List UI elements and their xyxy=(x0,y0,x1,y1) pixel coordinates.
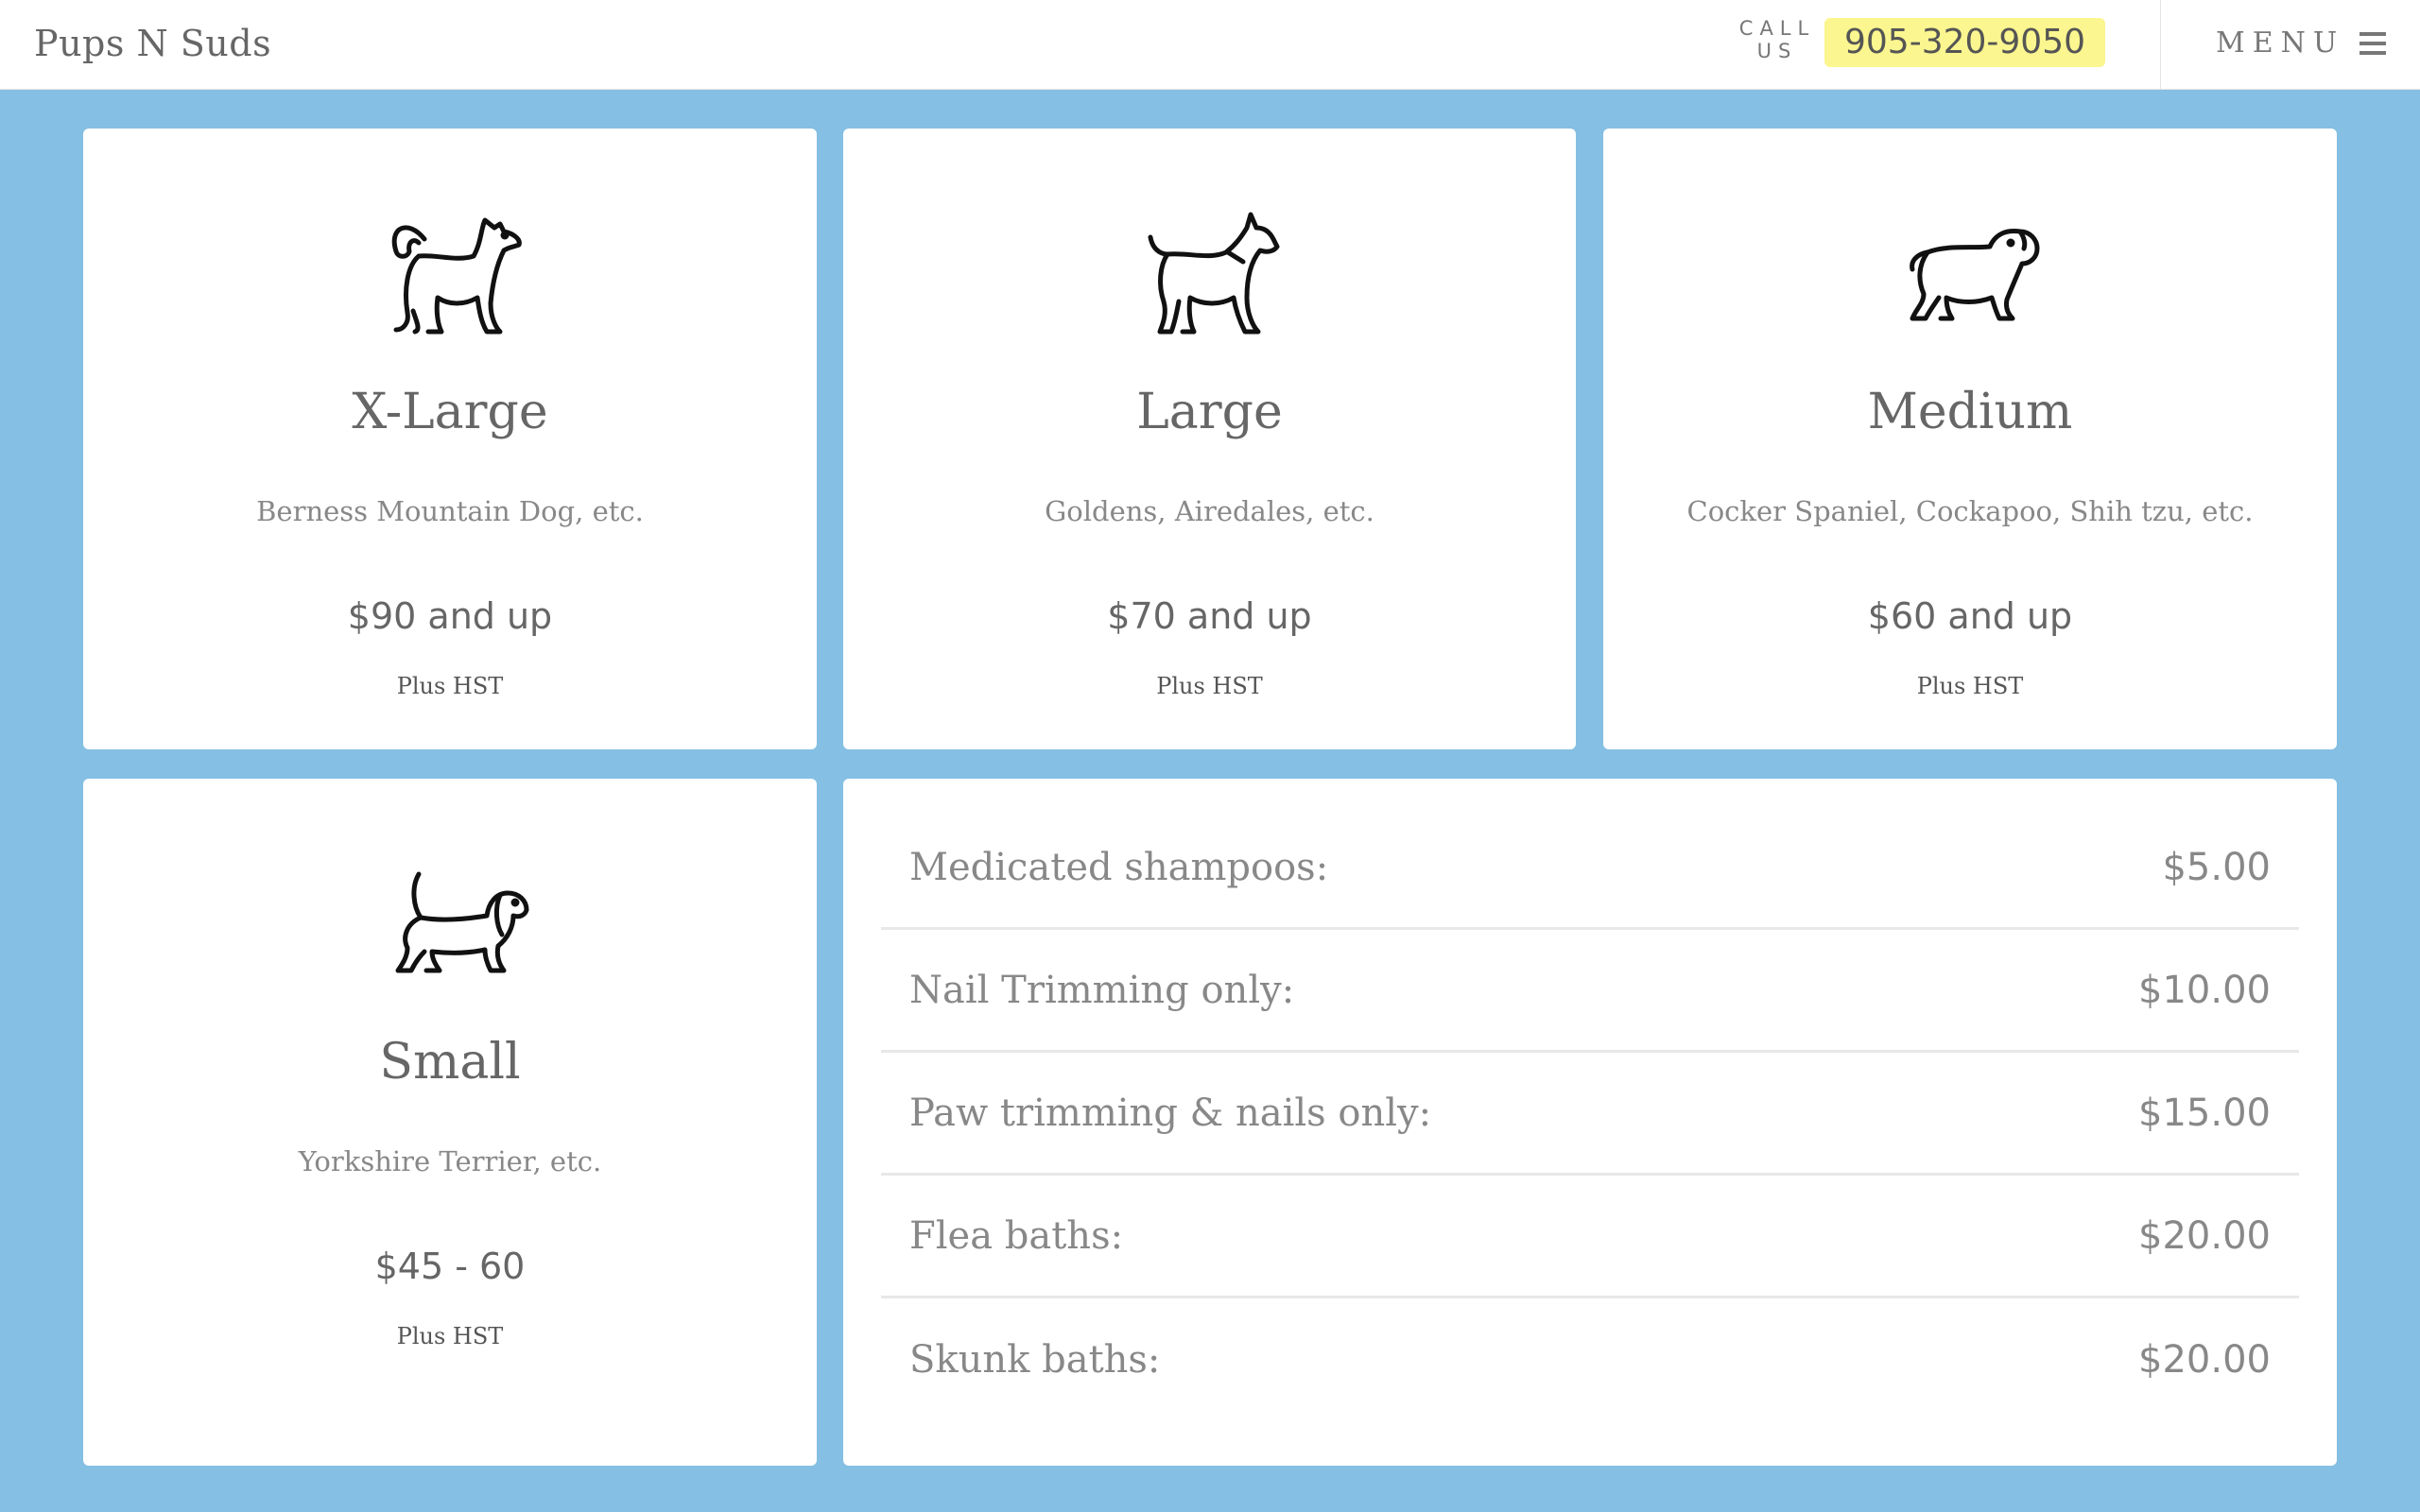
price-row: Paw trimming & nails only: $15.00 xyxy=(881,1053,2299,1176)
size-title: Medium xyxy=(1867,384,2073,440)
service-name: Skunk baths: xyxy=(909,1338,1161,1382)
size-tax-note: Plus HST xyxy=(396,673,504,699)
service-name: Paw trimming & nails only: xyxy=(909,1091,1432,1135)
size-tax-note: Plus HST xyxy=(1156,673,1263,699)
price-row: Nail Trimming only: $10.00 xyxy=(881,930,2299,1053)
size-price: $45 - 60 xyxy=(374,1246,526,1287)
service-price: $15.00 xyxy=(2138,1091,2271,1135)
size-tax-note: Plus HST xyxy=(396,1323,504,1349)
extras-price-list: Medicated shampoos: $5.00 Nail Trimming … xyxy=(881,807,2299,1421)
size-card-medium: Medium Cocker Spaniel, Cockapoo, Shih tz… xyxy=(1603,129,2337,749)
price-row: Flea baths: $20.00 xyxy=(881,1176,2299,1298)
size-breeds: Berness Mountain Dog, etc. xyxy=(256,495,644,527)
phone-number-link[interactable]: 905-320-9050 xyxy=(1824,18,2105,67)
header-divider xyxy=(2160,0,2161,90)
size-card-large: Large Goldens, Airedales, etc. $70 and u… xyxy=(843,129,1576,749)
size-price: $70 and up xyxy=(1107,595,1312,637)
size-title: X-Large xyxy=(352,384,548,440)
call-us-label: CALL US xyxy=(1738,17,1816,62)
size-tax-note: Plus HST xyxy=(1916,673,2024,699)
size-price: $60 and up xyxy=(1867,595,2073,637)
bulldog-icon xyxy=(1890,199,2050,341)
service-price: $20.00 xyxy=(2138,1213,2271,1258)
size-breeds: Cocker Spaniel, Cockapoo, Shih tzu, etc. xyxy=(1686,495,2254,527)
extras-price-card: Medicated shampoos: $5.00 Nail Trimming … xyxy=(843,779,2337,1466)
size-title: Small xyxy=(379,1034,521,1091)
terrier-dog-icon xyxy=(1130,199,1290,341)
top-header: Pups N Suds CALL US 905-320-9050 MENU xyxy=(0,0,2420,90)
husky-dog-icon xyxy=(370,199,530,341)
menu-button[interactable]: MENU xyxy=(2216,26,2387,60)
price-row: Skunk baths: $20.00 xyxy=(881,1298,2299,1421)
menu-label: MENU xyxy=(2216,26,2345,60)
service-price: $5.00 xyxy=(2162,845,2271,889)
service-price: $10.00 xyxy=(2138,968,2271,1012)
service-name: Medicated shampoos: xyxy=(909,845,1329,889)
brand-logo[interactable]: Pups N Suds xyxy=(34,23,271,64)
size-title: Large xyxy=(1136,384,1283,440)
size-breeds: Yorkshire Terrier, etc. xyxy=(298,1145,602,1177)
size-card-xlarge: X-Large Berness Mountain Dog, etc. $90 a… xyxy=(83,129,817,749)
service-name: Nail Trimming only: xyxy=(909,968,1295,1012)
size-breeds: Goldens, Airedales, etc. xyxy=(1045,495,1374,527)
service-name: Flea baths: xyxy=(909,1213,1124,1258)
price-row: Medicated shampoos: $5.00 xyxy=(881,807,2299,930)
hamburger-icon xyxy=(2360,31,2387,55)
size-card-small: Small Yorkshire Terrier, etc. $45 - 60 P… xyxy=(83,779,817,1466)
size-price: $90 and up xyxy=(347,595,553,637)
dachshund-icon xyxy=(370,850,530,991)
service-price: $20.00 xyxy=(2138,1338,2271,1382)
